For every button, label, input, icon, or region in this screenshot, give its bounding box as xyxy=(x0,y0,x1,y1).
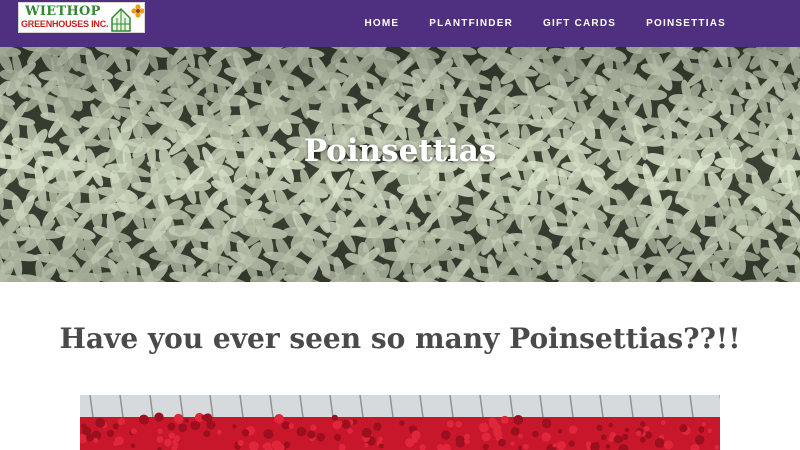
flower-icon xyxy=(131,4,144,18)
section-heading: Have you ever seen so many Poinsettias??… xyxy=(59,322,741,355)
main-nav: HOME PLANTFINDER GIFT CARDS POINSETTIAS xyxy=(364,0,726,47)
site-header: WIETHOP GREENHOUSES INC. HOME PLANTFINDE… xyxy=(0,0,800,47)
logo-name-line2: GREENHOUSES INC. xyxy=(21,19,109,29)
nav-poinsettias[interactable]: POINSETTIAS xyxy=(646,18,726,29)
nav-gift-cards[interactable]: GIFT CARDS xyxy=(543,18,616,29)
hero-title: Poinsettias xyxy=(303,133,497,169)
greenhouse-icon xyxy=(111,7,131,32)
nav-plantfinder[interactable]: PLANTFINDER xyxy=(429,18,513,29)
nav-home[interactable]: HOME xyxy=(364,18,399,29)
hero-banner: Poinsettias xyxy=(0,47,800,282)
poinsettia-greenhouse-photo xyxy=(80,395,720,450)
logo-name-line1: WIETHOP xyxy=(25,4,101,19)
site-logo[interactable]: WIETHOP GREENHOUSES INC. xyxy=(18,2,145,33)
